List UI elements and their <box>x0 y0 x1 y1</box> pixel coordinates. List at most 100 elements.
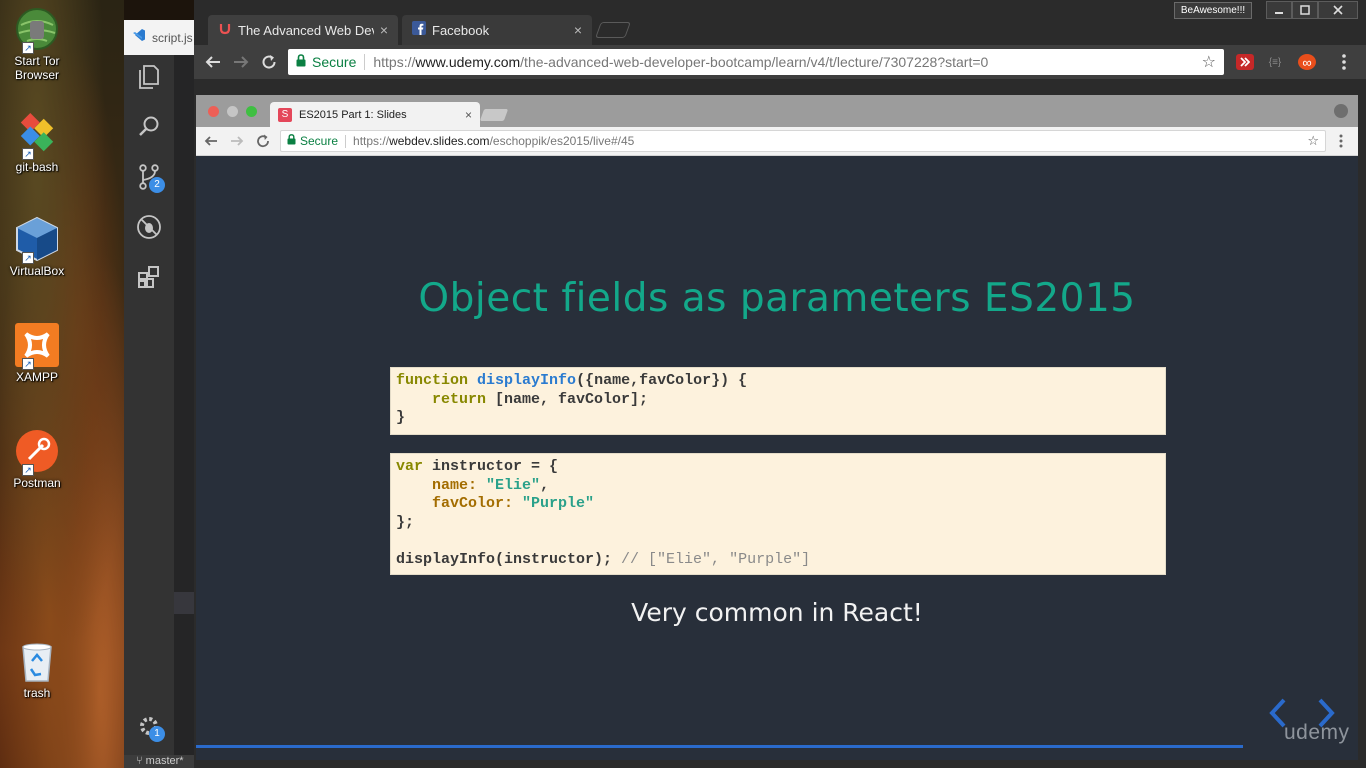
debug-icon[interactable] <box>133 211 165 243</box>
desktop-icon-label: VirtualBox <box>9 264 65 278</box>
slide-subtitle: Very common in React! <box>631 598 923 627</box>
back-arrow-icon[interactable] <box>202 132 220 150</box>
scm-badge: 2 <box>149 177 165 193</box>
reload-icon[interactable] <box>259 52 279 72</box>
zoom-dot-icon[interactable] <box>246 106 257 117</box>
desktop-icon-postman[interactable]: ↗ Postman <box>4 428 70 490</box>
address-bar[interactable]: Secure https://www.udemy.com/the-advance… <box>288 49 1224 75</box>
close-dot-icon[interactable] <box>208 106 219 117</box>
desktop-icon-label: Postman <box>13 476 61 490</box>
user-icon[interactable] <box>1334 104 1348 118</box>
url-prefix: https:// <box>353 134 390 148</box>
menu-kebab-icon[interactable] <box>1332 132 1350 150</box>
url-host: www.udemy.com <box>415 54 521 70</box>
search-icon[interactable] <box>133 111 165 143</box>
vscode-window: script.js 2 1 ⑂ master* <box>124 20 194 768</box>
git-icon: ↗ <box>14 112 60 160</box>
close-window-icon[interactable] <box>1318 1 1358 19</box>
vscode-tab[interactable]: script.js <box>124 20 194 55</box>
lock-icon <box>287 134 296 148</box>
bookmark-star-icon[interactable]: ☆ <box>1307 133 1319 149</box>
branch-icon: ⑂ <box>136 755 143 767</box>
minimize-dot-icon[interactable] <box>227 106 238 117</box>
extensions-icon[interactable] <box>133 261 165 293</box>
tab-title: Facebook <box>432 22 490 38</box>
close-tab-icon[interactable]: × <box>380 22 388 38</box>
maximize-icon[interactable] <box>1292 1 1318 19</box>
slide-title: Object fields as parameters ES2015 <box>418 276 1136 321</box>
slides-favicon: S <box>278 107 292 122</box>
url-prefix: https:// <box>373 54 416 70</box>
inner-tab-slides[interactable]: S ES2015 Part 1: Slides × <box>270 102 480 127</box>
browser-toolbar: Secure https://www.udemy.com/the-advance… <box>194 45 1366 79</box>
desktop-icon-virtualbox[interactable]: ↗ VirtualBox <box>4 216 70 278</box>
status-bar-branch[interactable]: ⑂ master* <box>124 755 194 768</box>
forward-arrow-icon[interactable] <box>231 52 251 72</box>
url-path: /eschoppik/es2015/live#/45 <box>489 134 635 148</box>
side-bar <box>174 55 194 755</box>
settings-gear-icon[interactable]: 1 <box>133 710 165 742</box>
divider <box>364 54 366 70</box>
settings-badge: 1 <box>149 726 165 742</box>
url-text: https://webdev.slides.com/eschoppik/es20… <box>353 134 1307 148</box>
page-scrollbar[interactable] <box>1358 79 1366 768</box>
vscode-icon <box>132 28 146 47</box>
source-control-icon[interactable]: 2 <box>133 161 165 193</box>
close-tab-icon[interactable]: × <box>574 22 582 38</box>
desktop-icon-label: XAMPP <box>15 370 58 384</box>
ext-infinity-icon[interactable]: ∞ <box>1298 54 1316 70</box>
udemy-logo: udemy <box>1284 721 1350 744</box>
secure-label: Secure <box>300 134 339 148</box>
ext-red-icon[interactable] <box>1236 54 1254 70</box>
bookmark-star-icon[interactable]: ☆ <box>1202 52 1216 72</box>
menu-kebab-icon[interactable] <box>1334 52 1354 72</box>
lecture-video: S ES2015 Part 1: Slides × Secure https:/… <box>196 95 1358 760</box>
udemy-icon <box>218 21 232 40</box>
inner-address-bar[interactable]: Secure https://webdev.slides.com/eschopp… <box>280 130 1326 152</box>
desktop-icon-git-bash[interactable]: ↗ git-bash <box>4 112 70 174</box>
browser-window: BeAwesome!!! The Advanced Web Developer … <box>194 0 1366 768</box>
ext-braces-icon[interactable]: {≡} <box>1266 54 1284 70</box>
new-tab-button[interactable] <box>595 22 631 38</box>
xampp-icon: ↗ <box>14 322 60 370</box>
desktop-icon-label: trash <box>23 686 51 700</box>
vscode-tab-title: script.js <box>152 30 193 45</box>
explorer-icon[interactable] <box>133 61 165 93</box>
divider <box>345 134 347 148</box>
inner-tab-title: ES2015 Part 1: Slides <box>299 108 407 121</box>
reload-icon[interactable] <box>254 132 272 150</box>
url-text: https://www.udemy.com/the-advanced-web-d… <box>373 54 1201 70</box>
activity-bar: 2 1 <box>124 55 174 755</box>
postman-icon: ↗ <box>14 428 60 476</box>
slide-progress-bar <box>196 745 1243 748</box>
side-bar-selection[interactable] <box>174 592 194 614</box>
forward-arrow-icon[interactable] <box>228 132 246 150</box>
back-arrow-icon[interactable] <box>203 52 223 72</box>
inner-new-tab-button[interactable] <box>479 109 509 121</box>
virtualbox-icon: ↗ <box>14 216 60 264</box>
tab-facebook[interactable]: Facebook × <box>402 15 592 45</box>
tab-title: The Advanced Web Developer <box>238 22 374 38</box>
branch-label: master* <box>145 755 184 767</box>
desktop-icon-tor[interactable]: ↗ Start Tor Browser <box>4 6 70 82</box>
desktop: ↗ Start Tor Browser ↗ git-bash ↗ Virtual… <box>0 0 124 768</box>
tor-browser-icon: ↗ <box>14 6 60 54</box>
tab-udemy[interactable]: The Advanced Web Developer × <box>208 15 398 45</box>
lock-icon <box>296 54 306 70</box>
minimize-icon[interactable] <box>1266 1 1292 19</box>
close-tab-icon[interactable]: × <box>465 108 472 122</box>
code-block-object: var instructor = { name: "Elie", favColo… <box>390 453 1166 575</box>
recycle-bin-icon <box>14 638 60 684</box>
profile-button[interactable]: BeAwesome!!! <box>1174 2 1252 19</box>
inner-toolbar: Secure https://webdev.slides.com/eschopp… <box>196 127 1358 156</box>
desktop-icon-xampp[interactable]: ↗ XAMPP <box>4 322 70 384</box>
desktop-icon-label: git-bash <box>15 160 59 174</box>
inner-tabstrip: S ES2015 Part 1: Slides × <box>196 95 1358 127</box>
facebook-icon <box>412 20 426 40</box>
prev-slide-icon[interactable] <box>1269 698 1286 728</box>
url-path: /the-advanced-web-developer-bootcamp/lea… <box>520 54 989 70</box>
url-host: webdev.slides.com <box>389 134 490 148</box>
desktop-icon-label: Start Tor Browser <box>14 54 60 82</box>
desktop-icon-trash[interactable]: trash <box>4 638 70 700</box>
slide: Object fields as parameters ES2015 funct… <box>196 156 1358 760</box>
